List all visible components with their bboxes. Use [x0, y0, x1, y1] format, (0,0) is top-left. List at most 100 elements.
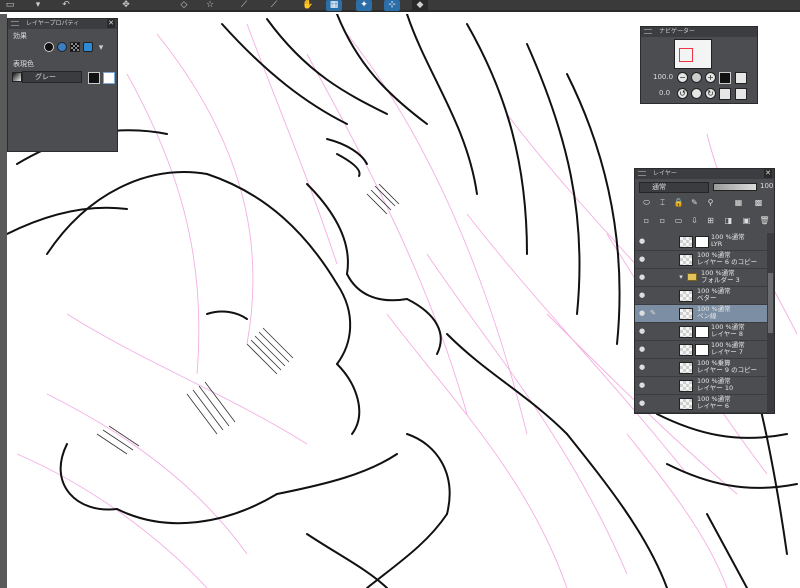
layer-thumbnail	[695, 344, 709, 356]
rotate-right-icon[interactable]: ↻	[705, 88, 716, 99]
chevron-down-icon[interactable]: ▾	[96, 43, 106, 54]
top-toolbar: ▭ ▾ ↶ ✥ ◇ ☆ ⟋ ⟋ ✋ ▦ ✦ ⊹ ◆	[0, 0, 800, 12]
layers-title-bar[interactable]: レイヤー ✕	[635, 169, 774, 179]
eye-icon[interactable]: ●	[638, 345, 646, 353]
close-icon[interactable]: ✕	[107, 19, 115, 28]
mask-icon[interactable]: ▩	[753, 197, 764, 208]
eye-icon[interactable]: ●	[638, 399, 646, 407]
clip-icon[interactable]: ⌶	[657, 197, 668, 208]
layer-property-title-bar[interactable]: レイヤープロパティ ✕	[8, 19, 117, 29]
layer-row-pen-line[interactable]: ● ✎ 100 %通常 ペン線	[635, 305, 767, 323]
eye-icon[interactable]: ●	[638, 273, 646, 281]
mask-layer-icon[interactable]: ◨	[723, 215, 734, 226]
blend-mode-value: 通常	[652, 183, 666, 191]
undo-icon[interactable]: ↶	[58, 0, 74, 11]
navigator-preview[interactable]	[674, 39, 712, 69]
trash-icon[interactable]: 🗑	[759, 215, 770, 226]
tone-icon[interactable]	[57, 42, 67, 52]
layer-row-layer-8[interactable]: ● 100 %通常 レイヤー 8	[635, 323, 767, 341]
layer-thumbnail	[679, 344, 693, 356]
lock-icon[interactable]: 🔒	[673, 197, 684, 208]
select-icon[interactable]: ⟋	[236, 0, 252, 11]
flip-horizontal-icon[interactable]	[735, 72, 747, 84]
layer-row-folder-3[interactable]: ● ▾ 100 %通常 フォルダー 3	[635, 269, 767, 287]
opacity-slider[interactable]	[713, 183, 757, 191]
hand-icon[interactable]: ✋	[300, 0, 316, 11]
new-vector-layer-icon[interactable]: ▫	[657, 215, 668, 226]
snap-icon[interactable]: ✦	[356, 0, 372, 11]
transfer-down-icon[interactable]: ⇩	[689, 215, 700, 226]
chevron-down-icon[interactable]: ▾	[677, 273, 685, 281]
zoom-out-icon[interactable]: −	[677, 72, 688, 83]
layer-row-layer-7[interactable]: ● 100 %通常 レイヤー 7	[635, 341, 767, 359]
checker-icon[interactable]: ▦	[733, 197, 744, 208]
layer-thumbnail	[679, 254, 693, 266]
transform-icon[interactable]: ✥	[118, 0, 134, 11]
star-icon[interactable]: ☆	[202, 0, 218, 11]
reference-icon[interactable]: ⚲	[705, 197, 716, 208]
combine-icon[interactable]: ⊞	[705, 215, 716, 226]
navigator-title-bar[interactable]: ナビゲーター	[641, 27, 757, 37]
selection-tool-icon[interactable]: ▦	[326, 0, 342, 11]
layer-name: レイヤー 8	[711, 330, 744, 338]
flip-vertical-icon[interactable]	[735, 88, 747, 100]
layer-row-layer-6[interactable]: ● 100 %通常 レイヤー 6	[635, 395, 767, 413]
eye-icon[interactable]: ●	[638, 381, 646, 389]
new-folder-icon[interactable]: ▭	[673, 215, 684, 226]
file-icon[interactable]: ▭	[2, 0, 18, 11]
pattern-icon[interactable]	[70, 42, 80, 52]
eye-icon[interactable]: ●	[638, 327, 646, 335]
layer-row-layer-10[interactable]: ● 100 %通常 レイヤー 10	[635, 377, 767, 395]
layer-mask-icon[interactable]: ⬭	[641, 197, 652, 208]
camera-icon[interactable]: ▣	[741, 215, 752, 226]
expression-color-select[interactable]: グレー	[22, 71, 82, 83]
layer-list-scrollbar[interactable]	[767, 233, 774, 413]
rotation-row: 0.0 ↺ ↻	[641, 87, 757, 101]
grip-icon[interactable]	[11, 21, 19, 26]
clear-icon[interactable]: ◇	[176, 0, 192, 11]
blend-mode-select[interactable]: 通常	[639, 182, 709, 193]
gradient-icon	[12, 72, 22, 82]
rotation-value: 0.0	[659, 89, 671, 97]
eye-icon[interactable]: ●	[638, 255, 646, 263]
new-raster-layer-icon[interactable]: ▫	[641, 215, 652, 226]
chevron-down-icon[interactable]: ▾	[30, 0, 46, 11]
reset-rotation-icon[interactable]	[719, 88, 731, 100]
rotate-left-icon[interactable]: ↺	[677, 88, 688, 99]
eye-icon[interactable]: ●	[638, 237, 646, 245]
white-color-swatch[interactable]	[103, 72, 115, 84]
pen-icon: ✎	[650, 309, 656, 317]
eye-icon[interactable]: ●	[638, 291, 646, 299]
layer-property-title: レイヤープロパティ	[26, 20, 80, 27]
draft-icon[interactable]: ✎	[689, 197, 700, 208]
scrollbar-thumb[interactable]	[768, 273, 773, 333]
ruler-icon[interactable]: ⊹	[384, 0, 400, 11]
layer-row-layer-6-copy[interactable]: ● 100 %通常 レイヤー 6 のコピー	[635, 251, 767, 269]
record-icon[interactable]: ◆	[412, 0, 428, 11]
grip-icon[interactable]	[638, 171, 646, 176]
brush-icon[interactable]: ⟋	[266, 0, 282, 11]
grip-icon[interactable]	[644, 29, 652, 34]
layer-row-lyr[interactable]: ● 100 %通常 LYR	[635, 233, 767, 251]
view-rectangle[interactable]	[679, 48, 693, 62]
layer-list[interactable]: ● 100 %通常 LYR ● 100 %通常 レイヤー 6 のコピー ● ▾ …	[635, 233, 767, 413]
layer-thumbnail	[679, 308, 693, 320]
zoom-slider-icon[interactable]	[691, 72, 702, 83]
layer-thumbnail	[695, 326, 709, 338]
layer-row-beta[interactable]: ● 100 %通常 ベター	[635, 287, 767, 305]
black-color-swatch[interactable]	[88, 72, 100, 84]
eye-icon[interactable]: ●	[638, 309, 646, 317]
layer-name: ペン線	[697, 312, 717, 320]
close-icon[interactable]: ✕	[764, 169, 772, 178]
eye-icon[interactable]: ●	[638, 363, 646, 371]
navigator-panel: ナビゲーター 100.0 − + 0.0 ↺ ↻	[640, 26, 758, 104]
radio-icon[interactable]	[44, 42, 54, 52]
layer-name: フォルダー 3	[701, 276, 740, 284]
folder-icon	[687, 273, 697, 281]
rotate-slider-icon[interactable]	[691, 88, 702, 99]
color-effect-icon[interactable]	[83, 42, 93, 52]
layer-thumbnail	[679, 398, 693, 410]
fit-icon[interactable]	[719, 72, 731, 84]
zoom-in-icon[interactable]: +	[705, 72, 716, 83]
layer-row-layer-9-copy[interactable]: ● 100 %乗算 レイヤー 9 のコピー	[635, 359, 767, 377]
